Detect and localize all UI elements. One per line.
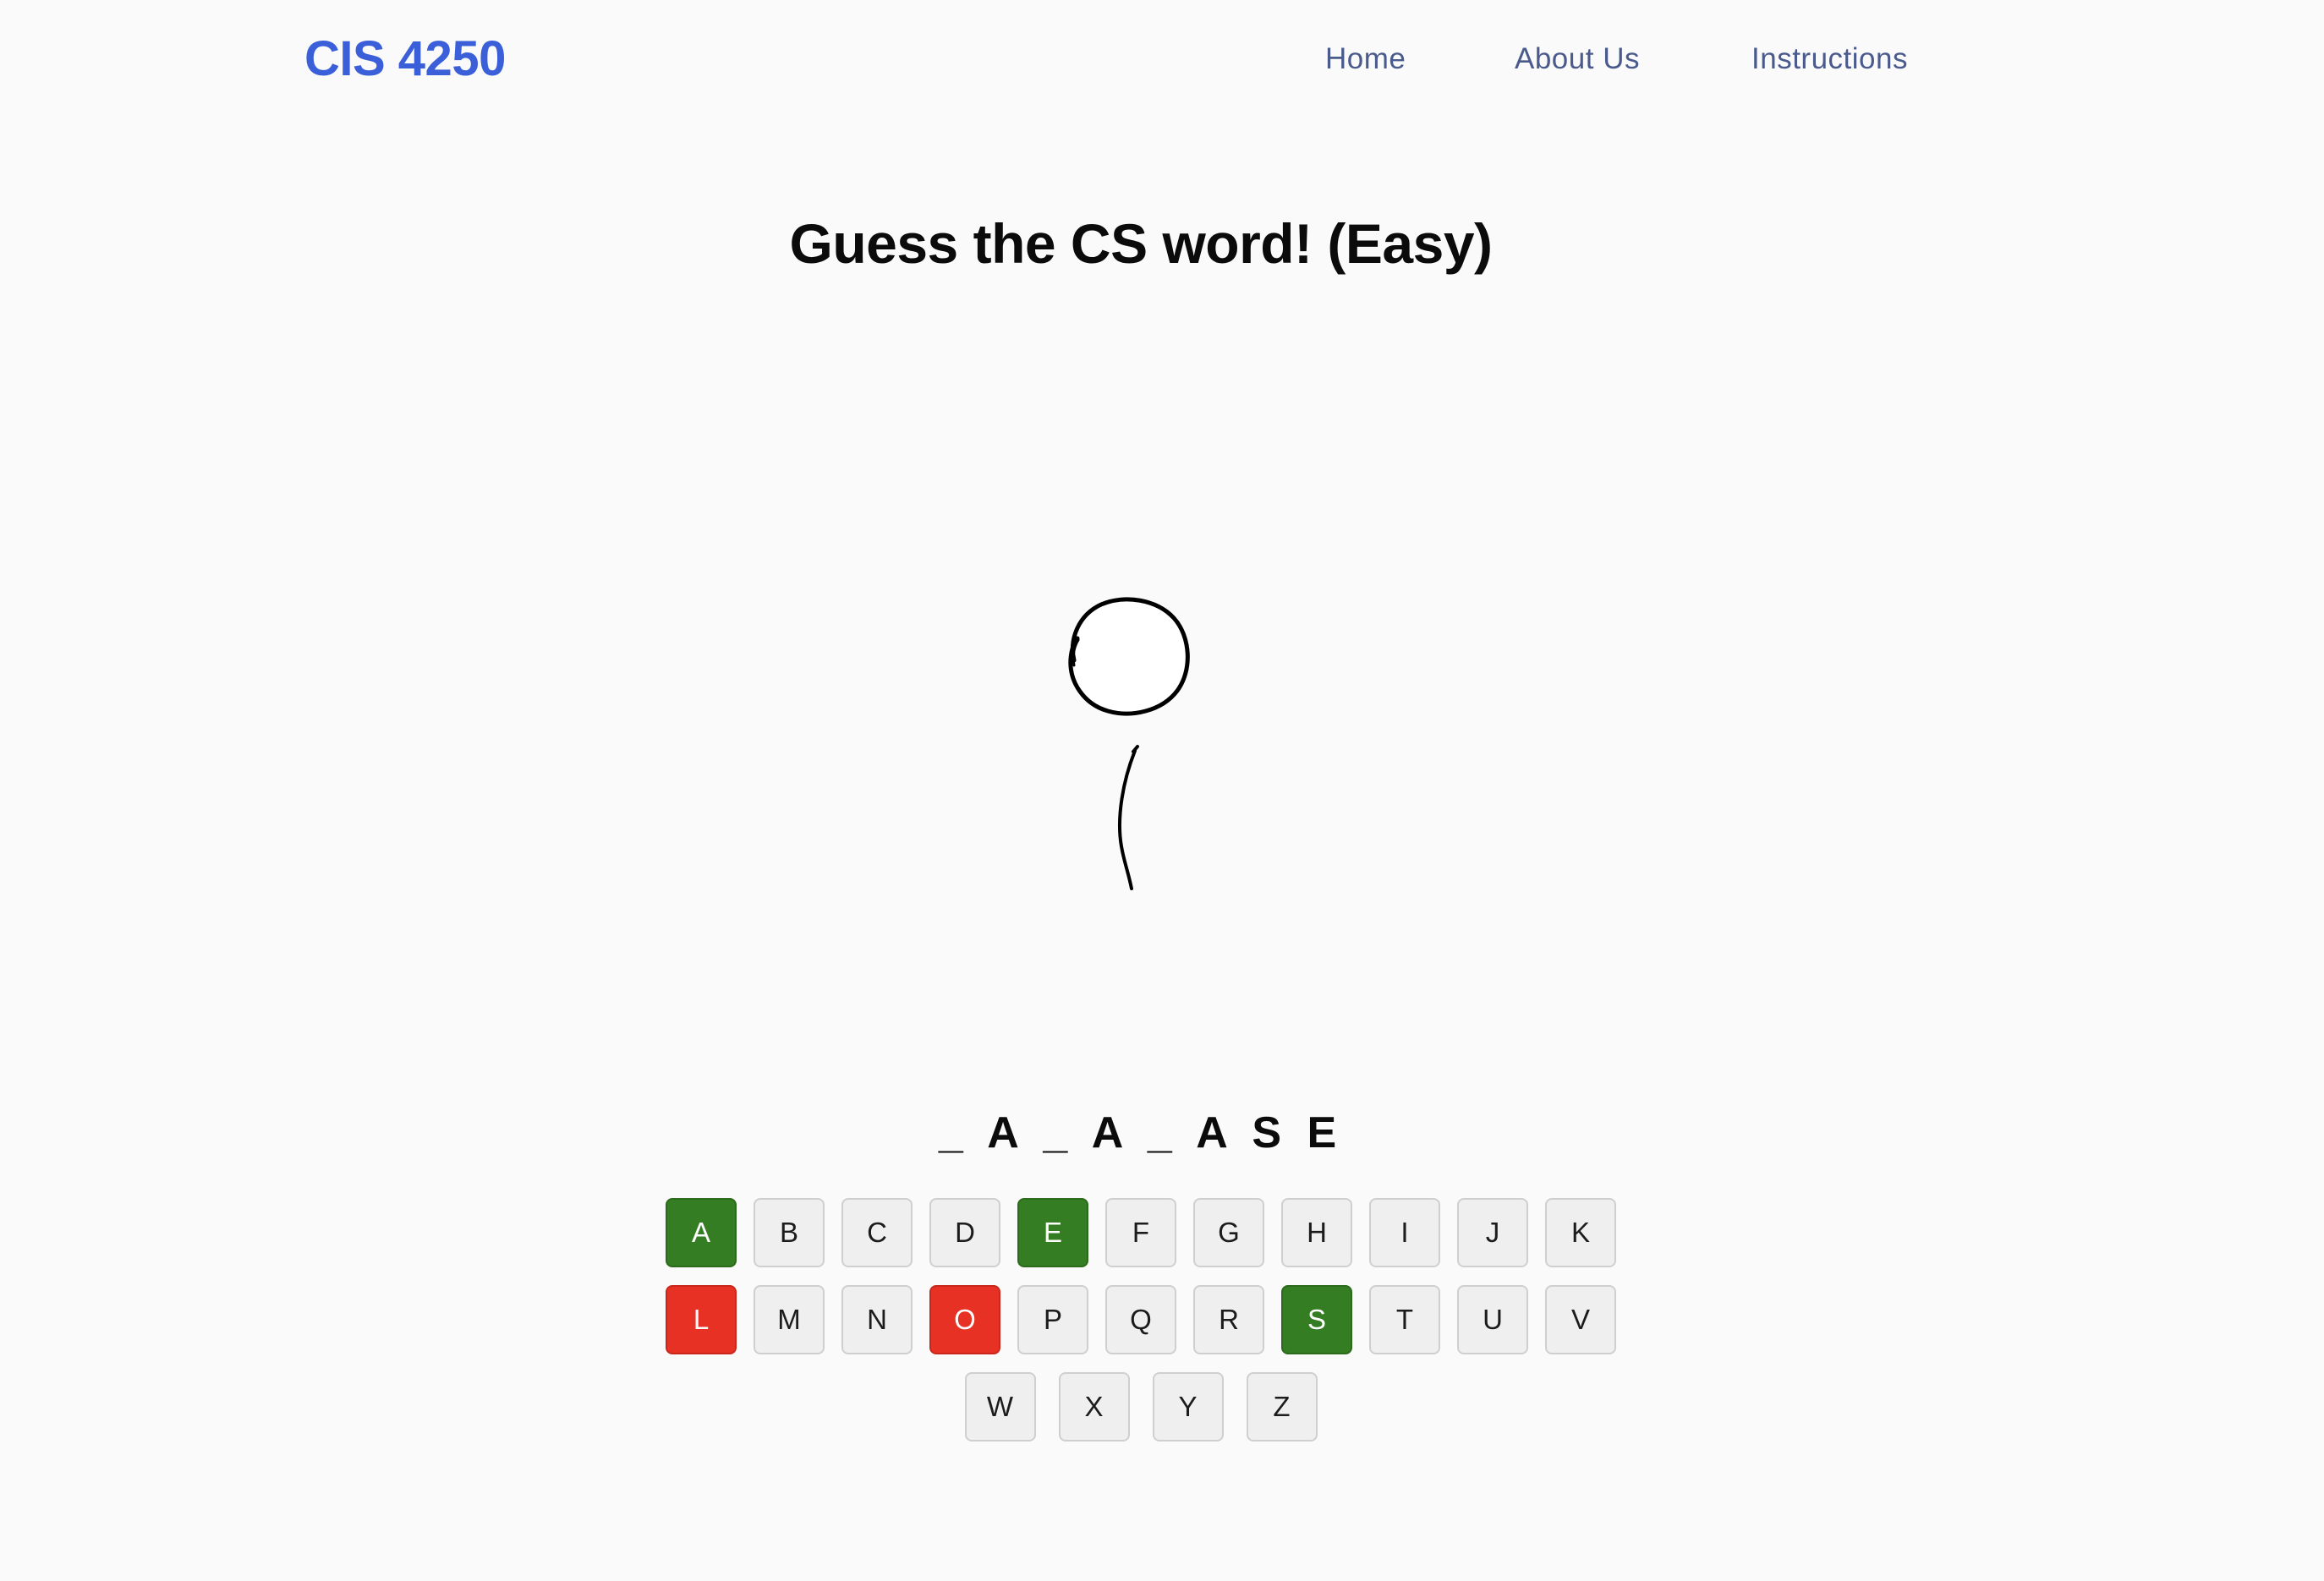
navbar: CIS 4250 Home About Us Instructions <box>0 0 2324 118</box>
page: CIS 4250 Home About Us Instructions Gues… <box>0 0 2324 1581</box>
key-c[interactable]: C <box>841 1198 913 1267</box>
key-o[interactable]: O <box>929 1285 1000 1354</box>
key-g[interactable]: G <box>1193 1198 1264 1267</box>
word-display: _ A _ A _ A S E <box>938 1108 1344 1157</box>
key-q[interactable]: Q <box>1105 1285 1176 1354</box>
keyboard-row-2: LMNOPQRSTUV <box>0 1285 2282 1354</box>
key-j[interactable]: J <box>1457 1198 1528 1267</box>
key-p[interactable]: P <box>1017 1285 1088 1354</box>
keyboard-row-3: WXYZ <box>0 1372 2282 1442</box>
key-d[interactable]: D <box>929 1198 1000 1267</box>
key-f[interactable]: F <box>1105 1198 1176 1267</box>
key-r[interactable]: R <box>1193 1285 1264 1354</box>
key-b[interactable]: B <box>754 1198 825 1267</box>
key-v[interactable]: V <box>1545 1285 1616 1354</box>
key-y[interactable]: Y <box>1152 1372 1224 1442</box>
key-u[interactable]: U <box>1457 1285 1528 1354</box>
key-a[interactable]: A <box>666 1198 737 1267</box>
key-s[interactable]: S <box>1281 1285 1352 1354</box>
key-k[interactable]: K <box>1545 1198 1616 1267</box>
key-w[interactable]: W <box>964 1372 1036 1442</box>
key-x[interactable]: X <box>1058 1372 1130 1442</box>
nav-link-home[interactable]: Home <box>1325 39 1406 79</box>
page-title: Guess the CS word! (Easy) <box>789 212 1493 275</box>
key-i[interactable]: I <box>1369 1198 1440 1267</box>
key-z[interactable]: Z <box>1246 1372 1318 1442</box>
nav-link-instructions[interactable]: Instructions <box>1751 39 1908 79</box>
balloon-icon <box>1057 596 1226 896</box>
key-e[interactable]: E <box>1017 1198 1088 1267</box>
keyboard-row-1: ABCDEFGHIJK <box>0 1198 2282 1267</box>
key-t[interactable]: T <box>1369 1285 1440 1354</box>
key-l[interactable]: L <box>666 1285 737 1354</box>
key-n[interactable]: N <box>841 1285 913 1354</box>
key-m[interactable]: M <box>754 1285 825 1354</box>
brand-logo[interactable]: CIS 4250 <box>304 29 506 90</box>
key-h[interactable]: H <box>1281 1198 1352 1267</box>
nav-link-about-us[interactable]: About Us <box>1515 39 1640 79</box>
